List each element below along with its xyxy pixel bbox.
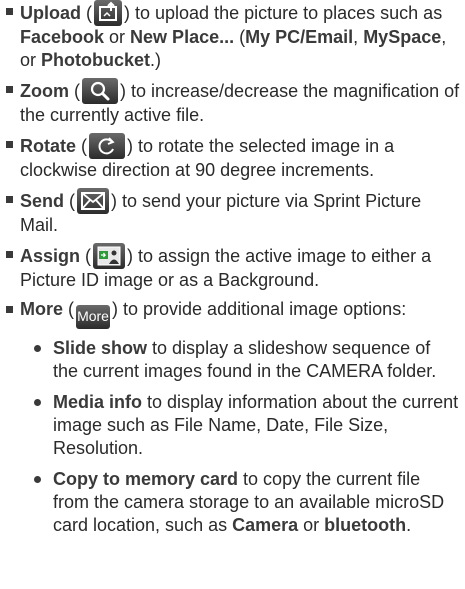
list-item-rotate: Rotate () to rotate the selected image i… xyxy=(4,133,460,182)
sub-item-slide-show: Slide show to display a slideshow sequen… xyxy=(4,337,460,383)
item-title: More xyxy=(20,299,64,319)
square-bullet xyxy=(6,251,13,258)
square-bullet xyxy=(6,86,13,93)
sub-item-media-info: Media info to display information about … xyxy=(4,391,460,460)
item-title: Upload xyxy=(20,3,81,23)
list-item-assign: Assign () to assign the active image to … xyxy=(4,243,460,292)
square-bullet xyxy=(6,306,13,313)
item-title: Rotate xyxy=(20,136,77,156)
item-title: Zoom xyxy=(20,81,69,101)
assign-icon xyxy=(93,243,126,269)
round-bullet xyxy=(34,475,41,483)
item-title: Assign xyxy=(20,246,81,266)
mail-icon xyxy=(77,188,110,214)
item-title: Send xyxy=(20,191,65,211)
sub-item-copy-to-memory-card: Copy to memory card to copy the current … xyxy=(4,468,460,537)
square-bullet xyxy=(6,8,13,15)
square-bullet xyxy=(6,141,13,148)
more-icon: More xyxy=(76,304,111,329)
document-page: Upload () to upload the picture to place… xyxy=(4,0,460,537)
list-item-zoom: Zoom () to increase/decrease the magnifi… xyxy=(4,78,460,127)
zoom-icon xyxy=(82,78,118,104)
list-item-upload: Upload () to upload the picture to place… xyxy=(4,0,460,72)
square-bullet xyxy=(6,196,13,203)
list-item-more: More (More) to provide additional image … xyxy=(4,298,460,329)
list-item-send: Send () to send your picture via Sprint … xyxy=(4,188,460,237)
rotate-icon xyxy=(89,133,126,159)
round-bullet xyxy=(34,344,41,352)
round-bullet xyxy=(34,398,41,406)
upload-icon xyxy=(94,0,122,26)
